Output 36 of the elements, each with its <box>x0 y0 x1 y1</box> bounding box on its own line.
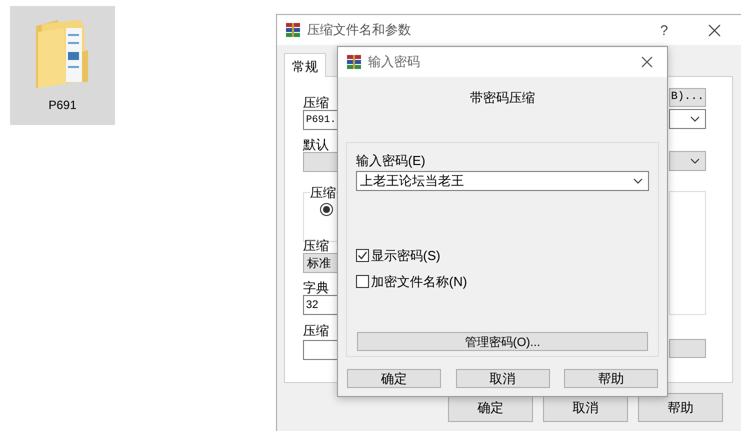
split-field[interactable] <box>303 340 339 360</box>
dictionary-field[interactable]: 32 <box>303 295 339 315</box>
help-button[interactable]: 帮助 <box>564 368 658 388</box>
checkbox[interactable] <box>356 274 369 288</box>
method-dropdown[interactable]: 标准 <box>303 253 339 273</box>
dropdown[interactable] <box>669 109 706 129</box>
archive-icon <box>285 22 301 38</box>
browse-button[interactable]: B)... <box>669 88 706 107</box>
field-label: 压缩 <box>303 94 329 112</box>
chevron-icon <box>633 178 643 184</box>
window-title: 输入密码 <box>368 53 420 72</box>
field-label: 默认 <box>303 136 329 154</box>
icon-label: P691 <box>48 97 77 114</box>
manage-passwords-button[interactable]: 管理密码(O)... <box>357 332 648 351</box>
field-label: 压缩 <box>303 322 329 340</box>
field-label: 字典 <box>303 279 329 297</box>
checkbox-label[interactable]: 加密文件名称(N) <box>371 272 468 291</box>
close-icon[interactable] <box>708 24 721 36</box>
desktop-icon[interactable]: P691 <box>10 6 115 125</box>
tab[interactable]: 常规 <box>284 53 326 77</box>
chevron-icon <box>690 116 700 122</box>
archive-icon <box>346 54 362 70</box>
ok-button[interactable]: 确定 <box>347 368 441 388</box>
window-title: 压缩文件名和参数 <box>307 21 411 40</box>
help-button[interactable]: 帮助 <box>638 393 723 422</box>
help-button[interactable]: ? <box>660 20 668 40</box>
checkbox[interactable] <box>356 249 369 262</box>
field-label: 输入密码(E) <box>356 152 426 170</box>
cancel-button[interactable]: 取消 <box>456 368 550 388</box>
field-label: 压缩 <box>303 237 329 255</box>
checkbox-label[interactable]: 显示密码(S) <box>371 246 440 266</box>
password-combo[interactable]: 上老王论坛当老王 <box>356 171 649 191</box>
chevron-icon <box>690 158 700 164</box>
close-icon[interactable] <box>641 56 653 68</box>
dialog-heading: 带密码压缩 <box>469 89 536 107</box>
archive-name-field[interactable]: P691. <box>303 110 339 130</box>
